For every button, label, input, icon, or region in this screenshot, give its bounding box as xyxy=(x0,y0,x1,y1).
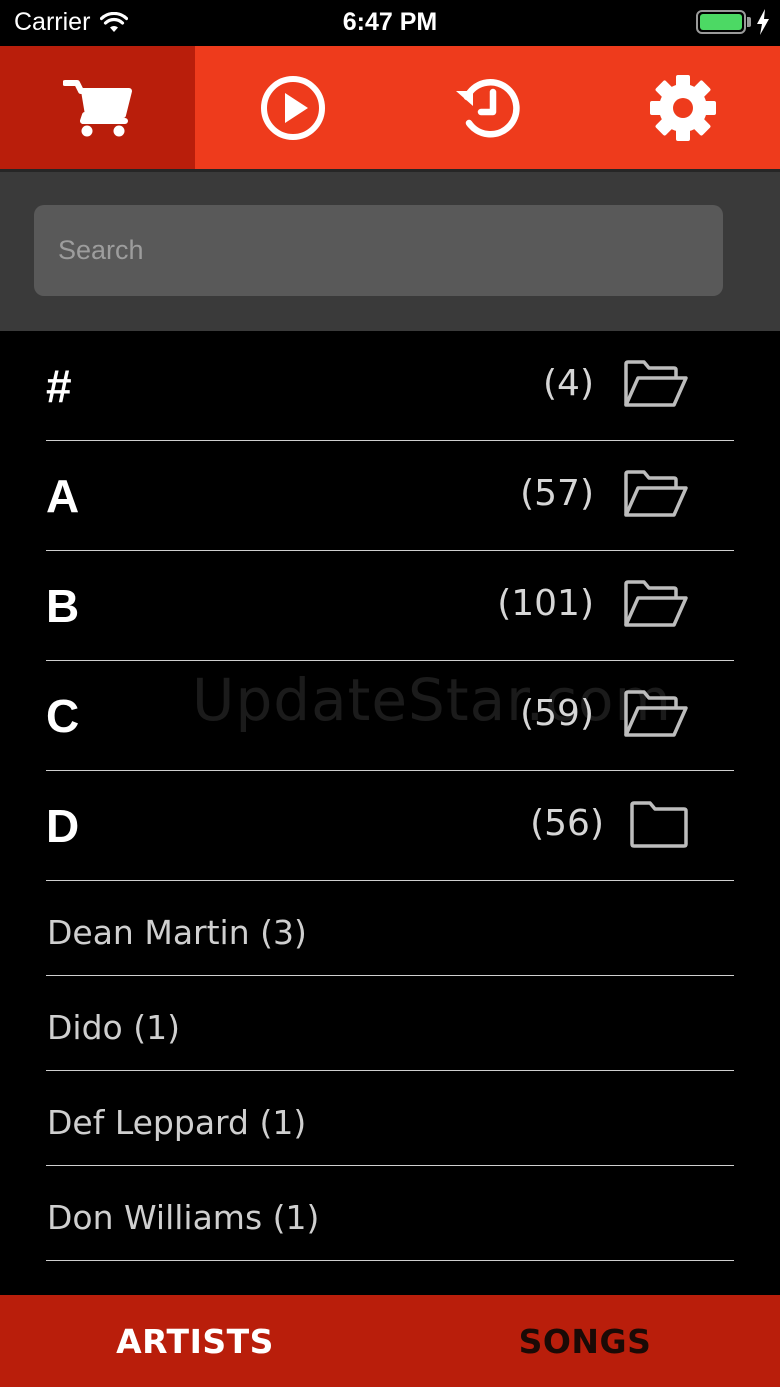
history-tab[interactable] xyxy=(390,46,585,169)
artist-row[interactable]: Def Leppard (1) xyxy=(46,1071,734,1166)
artist-list[interactable]: UpdateStar.com # (4) A (57) B (101) C (5… xyxy=(0,331,780,1295)
store-tab[interactable] xyxy=(0,46,195,169)
history-icon xyxy=(455,78,520,138)
bottom-tab-bar: ARTISTS SONGS xyxy=(0,1295,780,1387)
section-row-hash[interactable]: # (4) xyxy=(46,331,734,441)
folder-open-icon xyxy=(624,690,688,737)
top-toolbar xyxy=(0,46,780,169)
section-count: (101) xyxy=(497,583,594,624)
artist-name: Don Williams (1) xyxy=(47,1198,320,1237)
section-letter: A xyxy=(46,470,80,522)
cart-icon xyxy=(62,79,132,136)
artist-name: Dean Martin (3) xyxy=(47,913,307,952)
section-row-a[interactable]: A (57) xyxy=(46,441,734,551)
section-count: (57) xyxy=(520,473,594,514)
section-letter: # xyxy=(46,360,72,412)
section-row-d[interactable]: D (56) xyxy=(46,771,734,881)
search-input[interactable] xyxy=(34,205,723,296)
folder-open-icon xyxy=(624,580,688,627)
artist-row[interactable]: Dean Martin (3) xyxy=(46,881,734,976)
play-circle-icon xyxy=(260,75,325,140)
section-count: (4) xyxy=(543,363,594,404)
status-bar: Carrier 6:47 PM xyxy=(0,0,780,46)
artist-row[interactable]: Don Williams (1) xyxy=(46,1166,734,1261)
status-time: 6:47 PM xyxy=(342,8,438,36)
artist-name: Dido (1) xyxy=(47,1008,180,1047)
folder-open-icon xyxy=(624,470,688,517)
section-letter: C xyxy=(46,690,80,742)
section-letter: D xyxy=(46,800,80,852)
player-tab[interactable] xyxy=(195,46,390,169)
section-count: (56) xyxy=(530,803,604,844)
search-area xyxy=(0,172,780,331)
section-count: (59) xyxy=(520,693,594,734)
folder-open-icon xyxy=(624,360,688,407)
settings-tab[interactable] xyxy=(585,46,780,169)
charging-bolt-icon xyxy=(757,9,769,35)
tab-artists[interactable]: ARTISTS xyxy=(0,1295,390,1387)
battery-icon xyxy=(696,10,746,34)
artist-name: Def Leppard (1) xyxy=(47,1103,307,1142)
section-row-b[interactable]: B (101) xyxy=(46,551,734,661)
section-row-c[interactable]: C (59) xyxy=(46,661,734,771)
tab-songs[interactable]: SONGS xyxy=(390,1295,780,1387)
section-letter: B xyxy=(46,580,80,632)
artist-row[interactable]: Dido (1) xyxy=(46,976,734,1071)
folder-closed-icon xyxy=(630,801,688,848)
gear-icon xyxy=(649,74,716,141)
